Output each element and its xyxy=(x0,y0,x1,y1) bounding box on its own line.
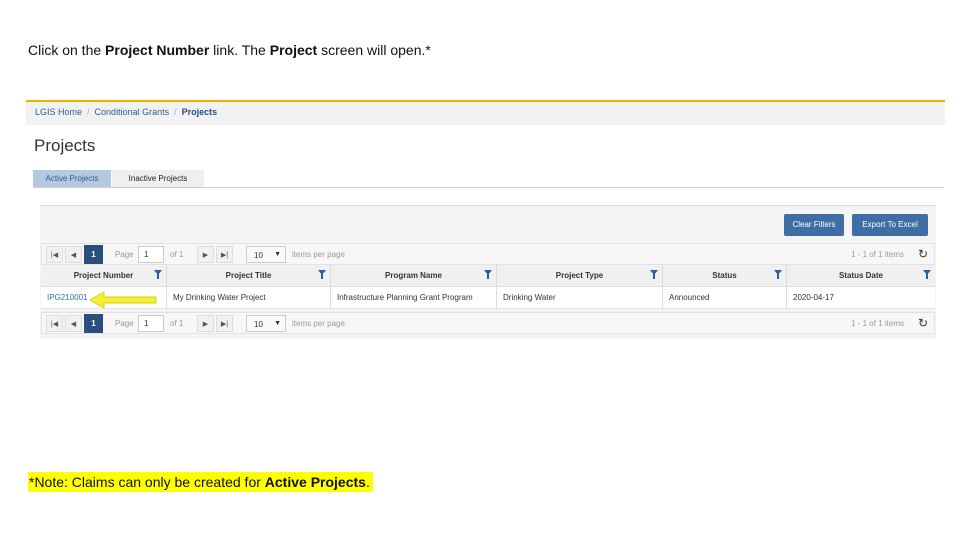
export-to-excel-button[interactable]: Export To Excel xyxy=(852,214,928,236)
items-per-page-label: items per page xyxy=(292,250,345,259)
tab-divider xyxy=(33,187,944,188)
table-cell-status: Announced xyxy=(663,287,787,309)
pager-info: 1 - 1 of 1 items xyxy=(851,319,904,328)
first-page-icon[interactable]: |◀ xyxy=(46,246,63,263)
items-per-page-label: items per page xyxy=(292,319,345,328)
page-label: Page xyxy=(115,319,134,328)
table-cell-project-type: Drinking Water xyxy=(497,287,663,309)
breadcrumb-conditional-grants[interactable]: Conditional Grants xyxy=(95,107,170,117)
filter-icon[interactable] xyxy=(318,270,326,279)
pager-info: 1 - 1 of 1 items xyxy=(851,250,904,259)
breadcrumb-current: Projects xyxy=(181,107,218,117)
breadcrumb-lgis-home[interactable]: LGIS Home xyxy=(35,107,82,117)
filter-icon[interactable] xyxy=(154,270,162,279)
first-page-icon[interactable]: |◀ xyxy=(46,315,63,332)
current-page-button[interactable]: 1 xyxy=(84,314,103,333)
breadcrumb-separator: / xyxy=(174,107,177,117)
table-row: IPG210001 My Drinking Water Project Infr… xyxy=(41,287,935,309)
clear-filters-button[interactable]: Clear Filters xyxy=(784,214,844,236)
next-page-icon[interactable]: ▶ xyxy=(197,246,214,263)
projects-grid-panel: Clear Filters Export To Excel |◀ ◀ 1 Pag… xyxy=(40,205,936,339)
breadcrumb: LGIS Home / Conditional Grants / Projects xyxy=(26,102,945,125)
chevron-down-icon: ▼ xyxy=(274,251,281,258)
page-label: Page xyxy=(115,250,134,259)
last-page-icon[interactable]: ▶| xyxy=(216,246,233,263)
page-size-select[interactable]: 10 ▼ xyxy=(246,246,286,263)
column-header-program-name[interactable]: Program Name xyxy=(331,265,497,287)
refresh-icon[interactable]: ↻ xyxy=(916,316,930,330)
pager-top: |◀ ◀ 1 Page 1 of 1 ▶ ▶| 10 ▼ items per pa… xyxy=(41,243,935,265)
next-page-icon[interactable]: ▶ xyxy=(197,315,214,332)
table-cell-program-name: Infrastructure Planning Grant Program xyxy=(331,287,497,309)
column-header-status[interactable]: Status xyxy=(663,265,787,287)
page-size-select[interactable]: 10 ▼ xyxy=(246,315,286,332)
page-input[interactable]: 1 xyxy=(138,315,164,332)
prev-page-icon[interactable]: ◀ xyxy=(65,315,82,332)
tab-active-projects[interactable]: Active Projects xyxy=(33,170,111,188)
page-input[interactable]: 1 xyxy=(138,246,164,263)
prev-page-icon[interactable]: ◀ xyxy=(65,246,82,263)
chevron-down-icon: ▼ xyxy=(274,320,281,327)
app-window: LGIS Home / Conditional Grants / Projects Pr… xyxy=(26,100,945,345)
pointer-arrow-icon xyxy=(88,291,157,309)
filter-icon[interactable] xyxy=(650,270,658,279)
breadcrumb-separator: / xyxy=(87,107,90,117)
note-text: *Note: Claims can only be created for Ac… xyxy=(28,472,373,492)
column-header-project-type[interactable]: Project Type xyxy=(497,265,663,287)
pager-bottom: |◀ ◀ 1 Page 1 of 1 ▶ ▶| 10 ▼ items per pa… xyxy=(41,312,935,334)
refresh-icon[interactable]: ↻ xyxy=(916,247,930,261)
projects-table: Project Number Project Title Program Nam… xyxy=(41,265,935,309)
current-page-button[interactable]: 1 xyxy=(84,245,103,264)
last-page-icon[interactable]: ▶| xyxy=(216,315,233,332)
table-cell-status-date: 2020-04-17 xyxy=(793,293,834,302)
column-header-status-date[interactable]: Status Date xyxy=(787,265,935,287)
column-header-project-number[interactable]: Project Number xyxy=(41,265,167,287)
tab-inactive-projects[interactable]: Inactive Projects xyxy=(112,170,204,188)
filter-icon[interactable] xyxy=(774,270,782,279)
of-pages-label: of 1 xyxy=(170,319,184,328)
table-header-row: Project Number Project Title Program Nam… xyxy=(41,265,935,287)
filter-icon[interactable] xyxy=(484,270,492,279)
filter-icon[interactable] xyxy=(923,270,931,279)
of-pages-label: of 1 xyxy=(170,250,184,259)
table-cell-project-title: My Drinking Water Project xyxy=(167,287,331,309)
instruction-text: Click on the Project Number link. The Pr… xyxy=(28,42,431,58)
column-header-project-title[interactable]: Project Title xyxy=(167,265,331,287)
page-title: Projects xyxy=(34,136,96,155)
